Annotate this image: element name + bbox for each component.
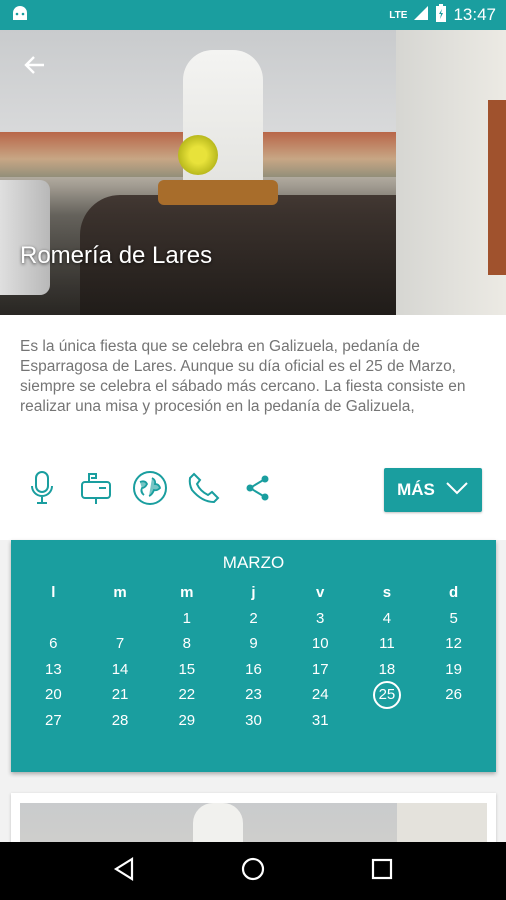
calendar-day[interactable]: 23 xyxy=(220,682,287,708)
weekday-header: j xyxy=(251,584,256,602)
calendar-day[interactable]: 8 xyxy=(153,631,220,657)
calendar-day[interactable]: 14 xyxy=(87,657,154,683)
calendar-day[interactable]: 6 xyxy=(20,631,87,657)
microphone-icon[interactable] xyxy=(24,470,60,506)
status-bar: LTE 13:47 xyxy=(0,0,506,30)
calendar-day[interactable]: 12 xyxy=(420,631,487,657)
globe-icon[interactable] xyxy=(132,470,168,506)
calendar-day[interactable]: 16 xyxy=(220,657,287,683)
weekday-header: m xyxy=(113,584,127,602)
calendar-day[interactable]: 28 xyxy=(87,708,154,734)
description-card: Es la única fiesta que se celebra en Gal… xyxy=(0,315,506,540)
calendar-day[interactable]: 24 xyxy=(287,682,354,708)
calendar-day[interactable]: 27 xyxy=(20,708,87,734)
calendar-day-label: 25 xyxy=(372,680,401,709)
calendar-day[interactable]: 31 xyxy=(287,708,354,734)
calendar-grid: l m m j v s d 1 2 3 4 5 6 7 8 9 10 11 12 13 14 15 16 17 18 19 20 21… xyxy=(20,580,487,733)
battery-icon xyxy=(435,3,447,28)
home-nav-icon[interactable] xyxy=(240,856,266,887)
calendar-day[interactable]: 5 xyxy=(420,606,487,632)
navigation-bar xyxy=(0,842,506,900)
phone-icon[interactable] xyxy=(186,470,222,506)
calendar-day[interactable]: 4 xyxy=(354,606,421,632)
chevron-down-icon xyxy=(445,480,469,500)
description-text: Es la única fiesta que se celebra en Gal… xyxy=(20,338,466,415)
calendar-day[interactable]: 19 xyxy=(420,657,487,683)
calendar-day[interactable]: 18 xyxy=(354,657,421,683)
calendar-day[interactable]: 2 xyxy=(220,606,287,632)
calendar-day[interactable]: 1 xyxy=(153,606,220,632)
calendar-day[interactable]: 22 xyxy=(153,682,220,708)
recents-nav-icon[interactable] xyxy=(371,858,393,885)
weekday-header: s xyxy=(382,584,392,602)
status-time: 13:47 xyxy=(453,5,496,24)
page-title: Romería de Lares xyxy=(20,242,213,269)
calendar-day[interactable]: 15 xyxy=(153,657,220,683)
back-nav-icon[interactable] xyxy=(113,856,135,886)
mailbox-icon[interactable] xyxy=(78,470,114,506)
calendar-day[interactable]: 11 xyxy=(354,631,421,657)
calendar-day[interactable]: 20 xyxy=(20,682,87,708)
share-icon[interactable] xyxy=(240,470,276,506)
calendar-day[interactable]: 17 xyxy=(287,657,354,683)
weekday-header: l xyxy=(51,584,56,602)
more-button-label: MÁS xyxy=(397,480,435,499)
hero-image: Romería de Lares xyxy=(0,30,506,315)
calendar-blank xyxy=(87,606,154,632)
calendar-day[interactable]: 7 xyxy=(87,631,154,657)
weekday-header: d xyxy=(449,584,459,602)
weekday-header: v xyxy=(316,584,325,602)
calendar-day[interactable]: 21 xyxy=(87,682,154,708)
calendar-day[interactable]: 29 xyxy=(153,708,220,734)
more-button[interactable]: MÁS xyxy=(384,468,482,512)
lte-icon: LTE xyxy=(389,9,408,21)
calendar-day[interactable]: 30 xyxy=(220,708,287,734)
calendar-day[interactable]: 3 xyxy=(287,606,354,632)
action-icons xyxy=(24,470,276,506)
back-arrow-icon[interactable] xyxy=(22,52,48,78)
android-icon xyxy=(10,4,30,27)
calendar-day[interactable]: 13 xyxy=(20,657,87,683)
calendar-month: MARZO xyxy=(222,553,285,572)
calendar: MARZO l m m j v s d 1 2 3 4 5 6 7 8 9 10 11 12 13 14 15 16 17 18… xyxy=(11,540,496,772)
calendar-blank xyxy=(20,606,87,632)
calendar-day[interactable]: 26 xyxy=(420,682,487,708)
calendar-day[interactable]: 9 xyxy=(220,631,287,657)
weekday-header: m xyxy=(180,584,194,602)
calendar-day-selected[interactable]: 25 xyxy=(354,680,421,709)
calendar-day[interactable]: 10 xyxy=(287,631,354,657)
signal-icon xyxy=(413,5,429,26)
